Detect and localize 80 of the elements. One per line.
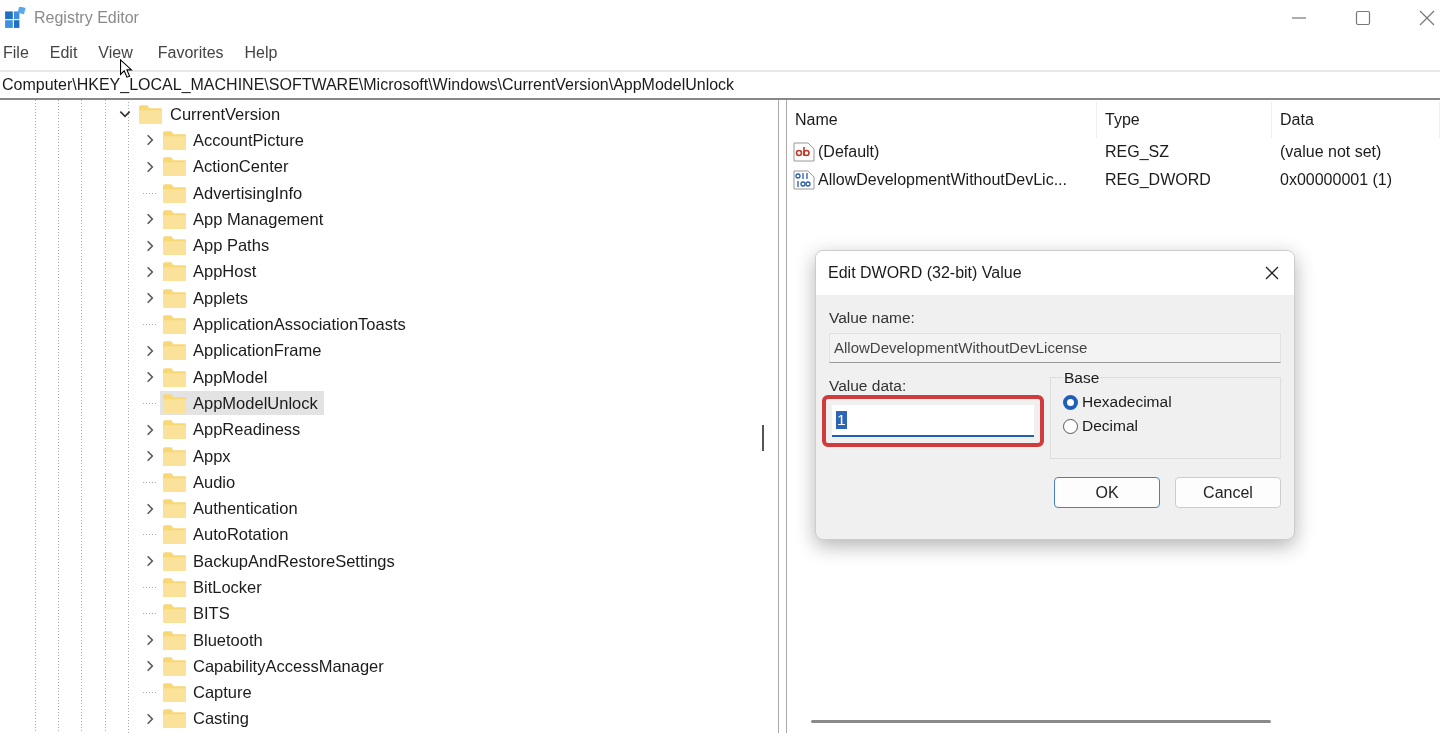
tree-item[interactable]: Applets (193, 288, 249, 308)
folder-icon (162, 392, 187, 414)
folder-icon (162, 261, 187, 283)
folder-icon (162, 577, 187, 598)
tree-item[interactable]: AdvertisingInfo (193, 183, 303, 203)
dialog-title: Edit DWORD (32-bit) Value (828, 264, 1022, 282)
menu-item[interactable]: View (98, 43, 133, 62)
folder-icon (162, 314, 187, 335)
horizontal-scrollbar[interactable] (811, 720, 1271, 723)
folder-icon (162, 471, 187, 493)
value-name: AllowDevelopmentWithoutDevLic... (818, 171, 1067, 189)
column-header[interactable]: Data (1272, 102, 1440, 138)
tree-item[interactable]: ApplicationFrame (193, 341, 322, 361)
field-label: Value name: (829, 309, 916, 327)
folder-icon (162, 603, 187, 625)
binary-value-icon (793, 170, 815, 190)
tree-item[interactable]: CapabilityAccessManager (193, 656, 384, 676)
window-title: Registry Editor (34, 8, 139, 27)
folder-icon (138, 103, 163, 125)
mouse-cursor-icon (119, 59, 133, 79)
tree-item[interactable]: BitLocker (193, 578, 262, 597)
value-type: REG_DWORD (1104, 171, 1212, 189)
folder-icon (162, 550, 187, 572)
tree-item[interactable]: CurrentVersion (170, 104, 281, 124)
dialog-button[interactable]: Cancel (1175, 477, 1281, 508)
dialog-button[interactable]: OK (1054, 477, 1160, 508)
folder-icon (162, 208, 187, 230)
menu-item[interactable]: Edit (49, 43, 78, 62)
radio-option[interactable]: Hexadecimal (1063, 393, 1268, 411)
folder-icon (162, 682, 187, 704)
radio-option[interactable]: Decimal (1063, 417, 1268, 435)
tree-item[interactable]: AutoRotation (193, 525, 289, 545)
value-name-field[interactable]: AllowDevelopmentWithoutDevLicense (829, 333, 1281, 363)
tree-item[interactable]: BackupAndRestoreSettings (193, 551, 395, 571)
folder-icon (162, 129, 187, 151)
folder-icon (162, 287, 187, 309)
folder-icon (162, 629, 187, 651)
value-type: REG_SZ (1104, 143, 1170, 161)
value-data: 0x00000001 (1) (1279, 171, 1394, 189)
registry-icon (4, 6, 26, 29)
splitter-handle[interactable] (762, 425, 764, 451)
address-bar[interactable]: Computer\HKEY_LOCAL_MACHINE\SOFTWARE\Microsoft\Windows\CurrentVersion\AppModelUnlock (0, 70, 1440, 100)
tree-item[interactable]: Casting (193, 709, 249, 729)
folder-icon (162, 182, 187, 204)
folder-icon (162, 445, 187, 467)
tree-item[interactable]: Bluetooth (193, 630, 263, 650)
tree-item[interactable]: Appx (193, 446, 231, 466)
tree-item[interactable]: BITS (193, 604, 230, 624)
column-header[interactable]: Type (1097, 102, 1272, 138)
tree-item[interactable]: AppHost (193, 262, 257, 282)
tree-item[interactable]: AppReadiness (193, 420, 301, 440)
tree-item[interactable]: App Paths (193, 236, 270, 256)
tree-item[interactable]: ApplicationAssociationToasts (193, 315, 406, 334)
tree-item[interactable]: Audio (193, 472, 236, 492)
folder-icon (162, 366, 187, 388)
folder-icon (162, 340, 187, 362)
value-name: (Default) (818, 143, 880, 161)
maximize-icon[interactable] (1355, 9, 1371, 26)
value-data: (value not set) (1279, 143, 1383, 161)
tree-item[interactable]: Capture (193, 683, 252, 703)
value-data-field[interactable]: 1 (832, 405, 1034, 437)
tree-item[interactable]: AppModel (193, 367, 268, 387)
tree-item[interactable]: ActionCenter (193, 157, 289, 177)
string-value-icon (793, 142, 815, 162)
tree-item[interactable]: App Management (193, 209, 324, 229)
close-icon[interactable] (1264, 265, 1280, 281)
field-label: Value data: (829, 377, 908, 395)
menu-item[interactable]: Favorites (157, 43, 224, 62)
folder-icon (162, 419, 187, 441)
tree-item[interactable]: Authentication (193, 499, 298, 519)
folder-icon (162, 498, 187, 520)
folder-icon (162, 235, 187, 257)
folder-icon (162, 655, 187, 677)
folder-icon (162, 156, 187, 178)
folder-icon (162, 524, 187, 546)
menu-item[interactable]: File (3, 43, 29, 62)
tree-item[interactable]: AccountPicture (193, 130, 304, 150)
menu-item[interactable]: Help (244, 43, 278, 62)
column-header[interactable]: Name (787, 102, 1097, 138)
folder-icon (162, 708, 187, 730)
